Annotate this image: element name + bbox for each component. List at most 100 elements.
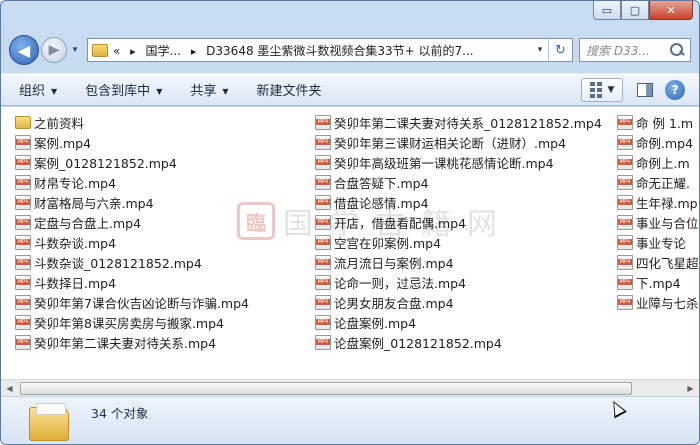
file-item[interactable]: 命无正耀. [617,172,699,192]
file-item[interactable]: 论男女朋友合盘.mp4 [315,292,602,312]
file-item[interactable]: 生年禄.mp [617,192,699,212]
file-item[interactable]: 癸卯年第7课合伙吉凶论断与诈骗.mp4 [15,292,249,312]
explorer-window: ▭ ▢ ✕ ◀ ▶ ▾ « ▸ 国学... ▸ D33648 墨尘紫微斗数视频合… [0,0,700,445]
file-item[interactable]: 命例.mp4 [617,132,699,152]
file-item[interactable]: 事业专论 [617,232,699,252]
search-input[interactable]: 搜索 D33... [579,38,691,62]
video-file-icon [617,134,633,150]
file-list[interactable]: 臨 国学古籍网 之前资料案例.mp4案例_0128121852.mp4财帛专论.… [1,107,699,379]
organize-button[interactable]: 组织 ▼ [19,80,57,99]
file-column-1: 之前资料案例.mp4 案例_0128121852.mp4 财帛专论.mp4 财富格局与… [15,112,249,352]
video-file-icon [617,234,633,250]
file-item[interactable]: 事业与合位 [617,212,699,232]
search-icon[interactable] [668,41,686,59]
new-folder-button[interactable]: 新建文件夹 [257,80,322,99]
video-file-icon [15,314,31,330]
file-item[interactable]: 借盘论感情.mp4 [315,192,602,212]
file-name: 下.mp4 [636,275,681,291]
video-file-icon [15,174,31,190]
include-in-library-button[interactable]: 包含到库中 ▼ [85,80,162,99]
chevron-down-icon[interactable]: ▾ [532,45,548,55]
file-item[interactable]: 命例上.m [617,152,699,172]
video-file-icon [15,134,31,150]
close-button[interactable]: ✕ [649,1,693,20]
forward-button[interactable]: ▶ [41,37,67,63]
scroll-left-arrow[interactable]: ◀ [1,380,18,397]
chevron-right-icon[interactable]: ▸ [191,45,197,58]
file-name: 流月流日与案例.mp4 [334,255,454,271]
file-item[interactable]: 论盘案例_0128121852.mp4 [315,332,602,352]
item-count: 34 个对象 [91,406,149,421]
share-button[interactable]: 共享 ▼ [190,80,228,99]
chevron-right-icon[interactable]: ▸ [130,45,136,58]
breadcrumb-item[interactable]: D33648 墨尘紫微斗数视频合集33节+ 以前的7... [206,44,473,58]
address-bar[interactable]: « ▸ 国学... ▸ D33648 墨尘紫微斗数视频合集33节+ 以前的7..… [87,38,573,62]
video-file-icon [315,214,331,230]
file-item[interactable]: 斗数择日.mp4 [15,272,249,292]
maximize-button[interactable]: ▢ [621,1,649,20]
folder-item[interactable]: 之前资料 [15,112,249,132]
breadcrumb: « ▸ 国学... ▸ D33648 墨尘紫微斗数视频合集33节+ 以前的7..… [113,42,474,59]
file-name: 生年禄.mp [636,195,698,211]
file-name: 斗数杂谈_0128121852.mp4 [34,255,202,271]
file-name: 斗数杂谈.mp4 [34,235,117,251]
video-file-icon [617,274,633,290]
file-item[interactable]: 财帛专论.mp4 [15,172,249,192]
file-item[interactable]: 论盘案例.mp4 [315,312,602,332]
file-item[interactable]: 下.mp4 [617,272,699,292]
video-file-icon [617,214,633,230]
list-view-icon [589,82,602,98]
file-item[interactable]: 业障与七杀 [617,292,699,312]
file-item[interactable]: 癸卯年第三课财运相关论断（进财）.mp4 [315,132,602,152]
file-name: 命例.mp4 [636,135,694,151]
file-item[interactable]: 财富格局与六亲.mp4 [15,192,249,212]
video-file-icon [315,134,331,150]
video-file-icon [315,254,331,270]
file-item[interactable]: 癸卯年第二课夫妻对待关系_0128121852.mp4 [315,112,602,132]
scroll-right-arrow[interactable]: ▶ [682,380,699,397]
breadcrumb-item[interactable]: 国学... [146,44,181,58]
file-name: 财帛专论.mp4 [34,175,117,191]
video-file-icon [315,154,331,170]
file-item[interactable]: 案例.mp4 [15,132,249,152]
file-name: 合盘答疑下.mp4 [334,175,429,191]
file-item[interactable]: 定盘与合盘上.mp4 [15,212,249,232]
preview-pane-button[interactable] [633,78,657,102]
video-file-icon [617,114,633,130]
video-file-icon [15,154,31,170]
file-item[interactable]: 空宫在卯案例.mp4 [315,232,602,252]
file-item[interactable]: 开店，借盘看配偶.mp4 [315,212,602,232]
horizontal-scrollbar[interactable]: ◀ ▶ [1,379,699,396]
file-item[interactable]: 癸卯年第8课买房卖房与搬家.mp4 [15,312,249,332]
file-item[interactable]: 斗数杂谈_0128121852.mp4 [15,252,249,272]
change-view-button[interactable]: ▼ [581,78,623,102]
view-controls: ▼ ? [581,78,685,102]
file-item[interactable]: 癸卯年高级班第一课桃花感情论断.mp4 [315,152,602,172]
breadcrumb-overflow[interactable]: « [113,44,120,58]
organize-label: 组织 [19,84,46,99]
file-item[interactable]: 合盘答疑下.mp4 [315,172,602,192]
file-item[interactable]: 斗数杂谈.mp4 [15,232,249,252]
video-file-icon [617,174,633,190]
video-file-icon [617,254,633,270]
video-file-icon [15,194,31,210]
file-item[interactable]: 四化飞星超 [617,252,699,272]
file-item[interactable]: 癸卯年第二课夫妻对待关系.mp4 [15,332,249,352]
video-file-icon [15,274,31,290]
file-item[interactable]: 流月流日与案例.mp4 [315,252,602,272]
refresh-button[interactable]: ↻ [548,39,572,61]
file-name: 癸卯年第8课买房卖房与搬家.mp4 [34,315,224,331]
file-item[interactable]: 案例_0128121852.mp4 [15,152,249,172]
recent-pages-dropdown[interactable]: ▾ [69,45,81,55]
file-item[interactable]: 命 例 1.m [617,112,699,132]
file-name: 斗数择日.mp4 [34,275,117,291]
help-button[interactable]: ? [665,80,685,100]
back-button[interactable]: ◀ [9,35,39,65]
minimize-button[interactable]: ▭ [593,1,621,20]
video-file-icon [15,254,31,270]
file-item[interactable]: 论命一则，过忌法.mp4 [315,272,602,292]
video-file-icon [617,154,633,170]
chevron-down-icon: ▼ [607,85,615,95]
video-file-icon [315,314,331,330]
scrollbar-thumb[interactable] [20,381,632,395]
